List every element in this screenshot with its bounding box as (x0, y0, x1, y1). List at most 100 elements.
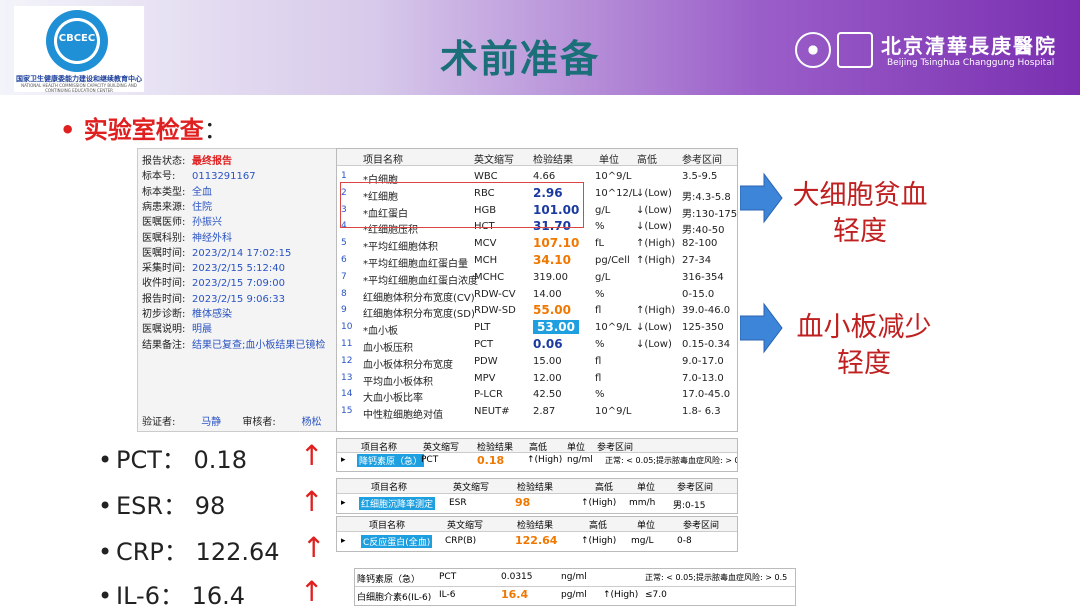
cell-result: 55.00 (533, 303, 571, 318)
bullet-value: 16.4 (191, 582, 246, 610)
report-field-value: 2023/2/14 17:02:15 (192, 247, 292, 259)
report-field-value: 0113291167 (192, 171, 256, 183)
crp-table-header: 项目名称 英文缩写 检验结果 高低 单位 参考区间 (337, 517, 737, 532)
bullet-dot: • (98, 446, 113, 474)
report-field-value: 住院 (192, 201, 212, 213)
cell-n: 14 (341, 389, 353, 400)
cell-unit: fl (595, 305, 602, 317)
cell-abbr: PDW (474, 355, 498, 367)
cell-flag: ↓(Low) (636, 187, 672, 199)
cell-ref: 男:0-15 (673, 501, 706, 511)
section-title: 实验室检查 (83, 116, 204, 144)
col-header: 英文缩写 (453, 483, 490, 493)
cell-unit: g/L (595, 204, 611, 216)
bullet-dot: • (98, 492, 113, 520)
report-field-value: 最终报告 (192, 156, 232, 167)
report-field-row: 收件时间: 2023/2/15 7:09:00 (142, 274, 286, 290)
cell-result: 122.64 (515, 534, 558, 547)
table-row: 9 红细胞体积分布宽度(SD) RDW-SD 55.00 fl ↑(High) 39.0-4… (337, 303, 737, 320)
table-header: 项目名称 英文缩写 检验结果 单位 高低 参考区间 (337, 149, 737, 166)
cell-ref: 39.0-46.0 (682, 305, 731, 317)
cell-name: 平均血小板体积 (363, 376, 433, 388)
col-header: 项目名称 (361, 443, 398, 453)
hospital-logo: 北京清華長庚醫院 Beijing Tsinghua Changgung Hosp… (795, 30, 1065, 70)
col-header: 英文缩写 (447, 521, 484, 531)
university-emblem-icon (795, 32, 831, 68)
cell-flag: ↑(High) (581, 536, 617, 546)
cell-unit: ng/ml (561, 572, 587, 582)
cell-name: 白细胞介素6(IL-6) (357, 593, 432, 603)
cell-unit: 10^9/L (595, 406, 632, 418)
col-header-flag: 高低 (637, 155, 657, 166)
cell-name: *平均红细胞体积 (363, 242, 438, 254)
col-header: 参考区间 (677, 483, 714, 493)
cell-flag: ↑(High) (603, 590, 639, 600)
cell-n: 10 (341, 322, 353, 333)
report-field-label: 医嘱科别: (142, 232, 186, 244)
cell-n: 8 (341, 288, 347, 299)
cell-name: *平均红细胞血红蛋白量 (363, 259, 468, 270)
col-header-result: 检验结果 (533, 155, 573, 166)
table-row: 7 *平均红细胞血红蛋白浓度 MCHC 319.00 g/L 316-354 (337, 270, 737, 287)
cell-n: 6 (341, 255, 347, 265)
report-field-value: 2023/2/15 7:09:00 (192, 278, 286, 290)
cbcec-emblem-icon: CBCEC (46, 10, 108, 72)
up-arrow-icon: ↑ (300, 439, 324, 472)
cell-unit: % (595, 221, 605, 233)
cell-unit: 10^12/L (595, 187, 638, 199)
cell-unit: g/L (595, 271, 611, 283)
up-arrow-icon: ↑ (300, 485, 324, 518)
cell-result: 14.00 (533, 288, 562, 300)
cell-abbr: P-LCR (474, 389, 503, 401)
cell-flag: ↑(High) (636, 238, 676, 250)
cell-abbr: ESR (449, 498, 467, 508)
cell-ref: 7.0-13.0 (682, 372, 724, 384)
cell-result: 0.0315 (501, 572, 533, 582)
report-field-label: 医嘱时间: (142, 247, 186, 259)
cell-abbr: CRP(B) (445, 536, 477, 546)
cell-unit: mm/h (629, 498, 656, 508)
cell-unit: fL (595, 238, 605, 250)
cell-unit: fl (595, 355, 602, 367)
report-field-row: 结果备注: 结果已复查;血小板结果已镜检 (142, 336, 326, 351)
cell-ref: 0-15.0 (682, 288, 715, 300)
report-field-label: 收件时间: (142, 278, 186, 290)
report-info-panel: 报告状态: 最终报告 标本号: 0113291167 标本类型: 全血 病患来源: 住院 医嘱医… (137, 148, 337, 432)
bullet-il6: • IL-6： 16.4 (98, 576, 245, 611)
cell-name: C反应蛋白(全血) (361, 535, 433, 548)
col-header: 检验结果 (517, 521, 554, 531)
report-field-row: 报告状态: 最终报告 (142, 152, 232, 167)
cell-unit: ng/ml (567, 455, 593, 465)
cell-name: *平均红细胞血红蛋白浓度 (363, 275, 478, 287)
esr-table-header: 项目名称 英文缩写 检验结果 高低 单位 参考区间 (337, 479, 737, 494)
cell-unit: fl (595, 372, 602, 384)
report-field-label: 标本类型: (142, 186, 186, 198)
bullet-crp: • CRP： 122.64 (98, 532, 280, 567)
cell-unit: pg/ml (561, 590, 587, 600)
report-field-value: 结果已复查;血小板结果已镜检 (192, 339, 326, 351)
note-anemia-line1: 大细胞贫血 (792, 180, 928, 211)
cell-ref: 男:130-175 (682, 208, 738, 220)
cell-abbr: WBC (474, 171, 498, 182)
report-field-label: 医嘱医师: (142, 217, 186, 229)
report-field-row: 医嘱说明: 明晨 (142, 320, 212, 335)
cell-abbr: MCHC (474, 271, 505, 283)
cell-result: 4.66 (533, 171, 556, 182)
report-field-value: 2023/2/15 9:06:33 (192, 293, 286, 305)
row-divider (355, 586, 795, 587)
cell-result: 53.00 (533, 320, 579, 335)
bullet-label: IL-6： (116, 582, 184, 610)
cell-n: 5 (341, 238, 347, 249)
cell-result: 42.50 (533, 389, 562, 401)
cell-name: 降钙素原（急） (357, 454, 425, 467)
note-anemia: 大细胞贫血 轻度 (780, 178, 940, 250)
cell-n: 13 (341, 372, 353, 383)
cell-unit: % (595, 389, 605, 401)
reviewer-value: 杨松 (301, 417, 322, 428)
reviewer-label: 审核者: (242, 417, 276, 428)
row-pointer-icon: ▸ (341, 498, 346, 508)
note-thrombo-line2: 轻度 (837, 348, 891, 379)
col-header-name: 项目名称 (363, 155, 403, 166)
highlight-box (340, 182, 584, 228)
cell-n: 9 (341, 305, 347, 316)
